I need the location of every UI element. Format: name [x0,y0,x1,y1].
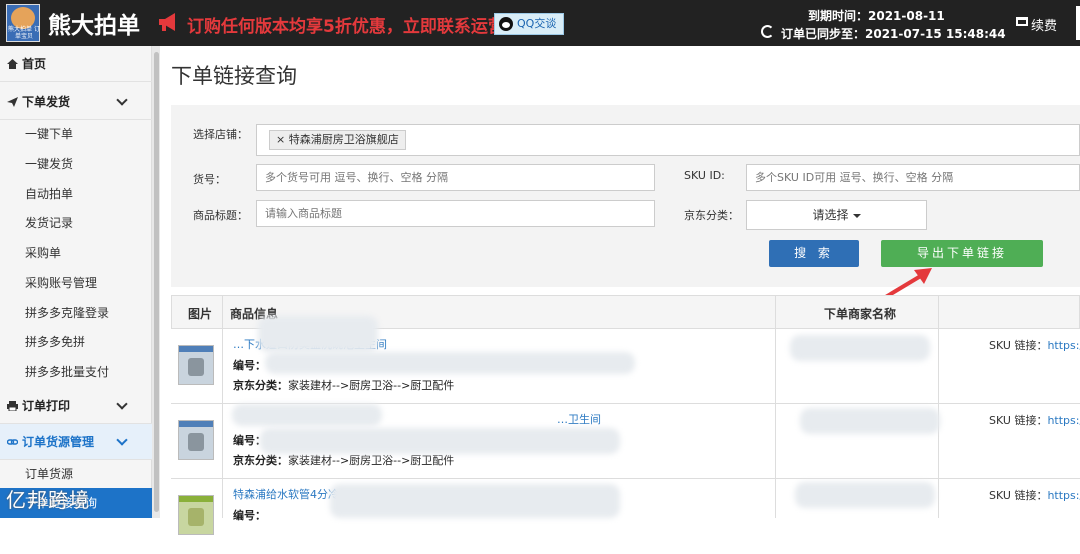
product-thumbnail[interactable] [178,495,214,535]
sidebar-sub-one-click-ship[interactable]: 一键发货 [0,149,152,179]
chevron-down-icon [116,94,128,106]
code-input[interactable] [256,164,655,191]
paper-plane-icon [7,97,18,107]
title-label: 商品标题： [193,209,248,222]
sku-id-label: SKU ID: [684,169,725,182]
chevron-down-icon [116,434,128,446]
sidebar-sub-purchase-order[interactable]: 采购单 [0,238,152,268]
caret-down-icon [852,213,861,218]
sidebar-sub-ship-records[interactable]: 发货记录 [0,208,152,238]
product-category: 京东分类：家装建材-->厨房卫浴-->厨卫配件 [233,379,455,392]
sidebar-item-label: 下单发货 [22,95,71,109]
store-chip[interactable]: × 特森浦厨房卫浴旗舰店 [269,130,406,150]
sidebar-sub-pdd-batch-pay[interactable]: 拼多多批量支付 [0,357,152,387]
top-divider [1076,6,1080,40]
product-category: 京东分类：家装建材-->厨房卫浴-->厨卫配件 [233,454,455,467]
privacy-blur [232,404,382,426]
privacy-blur [258,316,378,352]
jd-category-select[interactable]: 请选择 [746,200,927,230]
privacy-blur [330,484,620,518]
sidebar-sub-auto-order[interactable]: 自动拍单 [0,179,152,209]
logo-caption: 熊大拍单 订单宝贝 [8,26,40,40]
privacy-blur [800,408,940,434]
sku-link[interactable]: SKU 链接：https:/ [989,337,1080,353]
privacy-blur [795,482,935,508]
privacy-blur [265,352,635,374]
sidebar-item-label: 订单打印 [22,399,71,413]
top-bar: 熊大拍单 订单宝贝 熊大拍单 订购任何版本均享5折优惠，立即联系运营 QQ交谈 … [0,0,1080,46]
printer-icon [7,401,18,411]
sidebar-item-order-ship[interactable]: 下单发货 [0,84,152,120]
search-button[interactable]: 搜 索 [769,240,859,267]
sidebar-item-order-source[interactable]: 订单货源管理 [0,424,152,460]
page-title: 下单链接查询 [171,64,297,88]
sidebar-item-home[interactable]: 首页 [0,46,152,82]
table-row: 特森浦给水软管4分冷… 编号： SKU 链接：https:/ [171,479,1080,554]
code-label: 货号： [193,173,226,186]
sync-time: 订单已同步至：2021-07-15 15:48:44 [781,27,1006,41]
home-icon [7,59,18,69]
col-merchant-name: 下单商家名称 [824,307,897,321]
title-input[interactable] [256,200,655,227]
sync-icon [761,25,774,38]
app-logo[interactable]: 熊大拍单 订单宝贝 [6,4,40,42]
store-label: 选择店铺： [193,128,248,141]
col-image: 图片 [188,307,213,321]
sidebar-sub-purchase-account[interactable]: 采购账号管理 [0,268,152,298]
sku-link[interactable]: SKU 链接：https:/ [989,412,1080,428]
qq-icon [499,17,513,31]
sidebar-scroll-thumb[interactable] [154,52,159,512]
sku-id-input[interactable] [746,164,1080,191]
watermark: 亿邦跨境 [6,488,90,512]
product-thumbnail[interactable] [178,345,214,385]
expire-time: 到期时间：2021-08-11 [808,9,945,23]
privacy-blur [260,428,620,454]
jd-category-value: 请选择 [812,208,849,222]
sidebar-sub-pdd-clone-login[interactable]: 拼多多克隆登录 [0,298,152,328]
sidebar-sub-one-click-order[interactable]: 一键下单 [0,119,152,149]
store-select[interactable]: × 特森浦厨房卫浴旗舰店 [256,124,1080,156]
product-code: 编号： [233,359,266,372]
product-code: 编号： [233,509,266,522]
sku-link[interactable]: SKU 链接：https:/ [989,487,1080,503]
chevron-down-icon [116,398,128,410]
product-title-link[interactable]: …卫生间 [557,411,601,427]
sidebar-item-label: 首页 [22,57,47,71]
sidebar-item-label: 订单货源管理 [22,435,95,449]
privacy-blur [790,335,930,361]
qq-chat-label: QQ交谈 [517,17,557,30]
sidebar-sub-pdd-free-group[interactable]: 拼多多免拼 [0,327,152,357]
megaphone-icon [159,13,175,31]
link-icon [7,439,18,445]
product-thumbnail[interactable] [178,420,214,460]
cart-icon[interactable] [1016,17,1028,26]
renew-link[interactable]: 续费 [1031,15,1057,34]
qq-chat-button[interactable]: QQ交谈 [494,13,564,35]
promo-text: 订购任何版本均享5折优惠，立即联系运营 [187,17,505,37]
jd-category-label: 京东分类： [684,209,739,222]
sidebar-item-order-print[interactable]: 订单打印 [0,388,152,424]
brand-name: 熊大拍单 [48,13,140,39]
